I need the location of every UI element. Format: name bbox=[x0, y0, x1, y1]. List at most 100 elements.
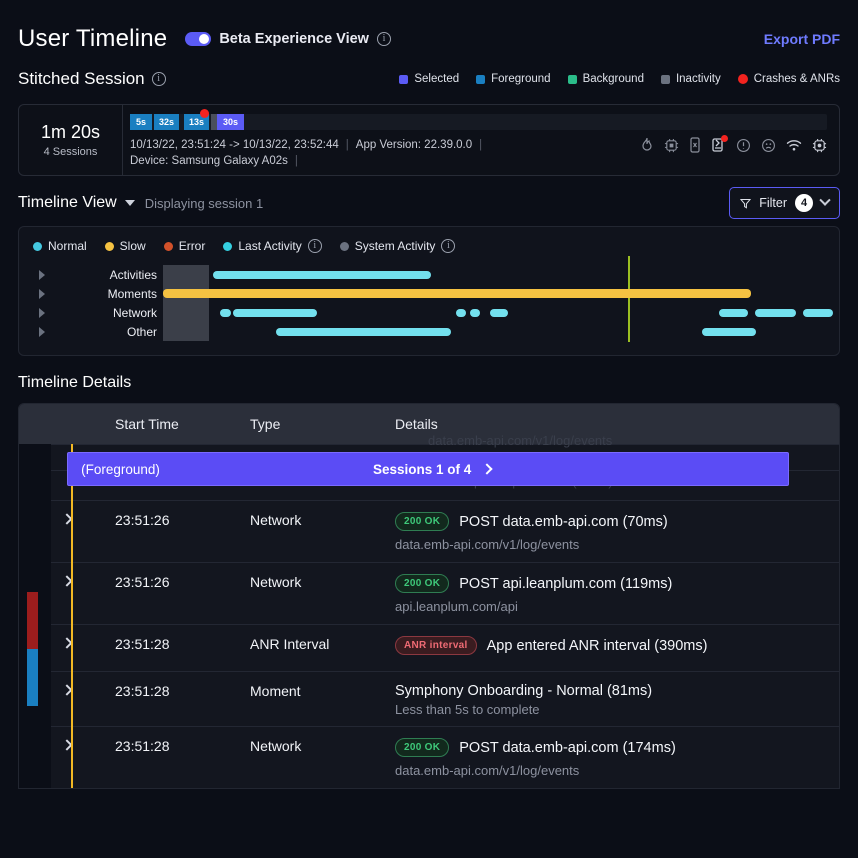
last-activity-marker bbox=[628, 256, 630, 342]
legend-label: Background bbox=[582, 73, 644, 85]
row-type: Network bbox=[250, 574, 302, 590]
timeline-row-label: Other bbox=[126, 324, 157, 339]
info-icon[interactable]: i bbox=[151, 72, 166, 86]
inactivity-block bbox=[163, 322, 209, 341]
filter-button[interactable]: Filter 4 bbox=[729, 187, 840, 219]
row-type: Network bbox=[250, 512, 302, 528]
expand-arrow-icon[interactable] bbox=[33, 288, 51, 299]
row-detail-sub: data.emb-api.com/v1/log/events bbox=[395, 537, 580, 552]
session-legend: Selected Foreground Background Inactivit… bbox=[399, 73, 840, 85]
timeline-bar[interactable] bbox=[470, 308, 480, 317]
table-row[interactable]: 23:51:26 Network 200 OK POST data.emb-ap… bbox=[19, 500, 839, 562]
table-header-details: Details bbox=[395, 416, 438, 432]
flame-icon[interactable] bbox=[640, 137, 654, 153]
chevron-down-icon[interactable] bbox=[124, 200, 135, 206]
stitched-session-title: Stitched Session bbox=[18, 69, 145, 88]
timeline-view-title: Timeline View bbox=[18, 194, 117, 211]
device-alert-icon[interactable] bbox=[711, 135, 728, 153]
timeline-chart-legend: Normal Slow Error Last Activity i System… bbox=[33, 239, 825, 253]
legend-item-normal: Normal bbox=[33, 239, 87, 253]
foreground-session-banner[interactable]: (Foreground) Sessions 1 of 4 bbox=[67, 452, 789, 486]
row-details: ANR interval App entered ANR interval (3… bbox=[395, 636, 839, 655]
timeline-bar[interactable] bbox=[490, 308, 508, 317]
expand-arrow-icon[interactable] bbox=[33, 269, 51, 280]
table-row[interactable]: 23:51:26 Network 200 OK POST api.leanplu… bbox=[19, 562, 839, 624]
timeline-row-moments[interactable]: Moments bbox=[33, 284, 825, 303]
session-detail-block: 5s 32s 13s 30s 10/13/22, 23:51:24 -> 10/… bbox=[123, 105, 839, 175]
timeline-bar[interactable] bbox=[213, 270, 431, 279]
user-timeline-page: User Timeline Beta Experience View i Exp… bbox=[0, 0, 858, 858]
table-row[interactable]: 23:51:28 Moment Symphony Onboarding - No… bbox=[19, 671, 839, 726]
timeline-bar[interactable] bbox=[755, 308, 796, 317]
phone-x-icon[interactable] bbox=[689, 137, 701, 153]
timeline-chart-body: Activities Moments Network Other bbox=[33, 256, 833, 342]
chip-settings-icon[interactable] bbox=[812, 138, 827, 153]
timeline-bar[interactable] bbox=[163, 289, 751, 298]
info-icon[interactable]: i bbox=[307, 239, 322, 253]
timeline-bar[interactable] bbox=[220, 308, 231, 317]
filter-icon bbox=[740, 198, 752, 209]
info-icon[interactable]: i bbox=[376, 32, 391, 46]
legend-item-error: Error bbox=[163, 239, 205, 253]
legend-label: Selected bbox=[414, 73, 460, 85]
foreground-label: (Foreground) bbox=[81, 461, 160, 477]
info-icon[interactable]: i bbox=[441, 239, 456, 253]
row-type: Network bbox=[250, 738, 302, 754]
timeline-bar[interactable] bbox=[233, 308, 317, 317]
session-app-version: App Version: 22.39.0.0 bbox=[355, 139, 473, 151]
legend-swatch-crashes bbox=[737, 74, 748, 84]
session-segment[interactable]: 5s bbox=[130, 114, 152, 130]
row-details: 200 OK POST data.emb-api.com (174ms) dat… bbox=[395, 738, 839, 778]
legend-label: Crashes & ANRs bbox=[753, 73, 840, 85]
row-detail-sub: api.leanplum.com/api bbox=[395, 599, 518, 614]
session-segment-selected[interactable]: 30s bbox=[217, 114, 244, 130]
legend-swatch-inactivity bbox=[660, 74, 670, 84]
row-details: Symphony Onboarding - Normal (81ms) Less… bbox=[395, 683, 839, 717]
expand-arrow-icon[interactable] bbox=[33, 326, 51, 337]
session-segment[interactable]: 32s bbox=[154, 114, 179, 130]
sessions-pager[interactable]: Sessions 1 of 4 bbox=[373, 462, 493, 477]
legend-label: System Activity bbox=[354, 239, 436, 253]
timeline-bar[interactable] bbox=[719, 308, 748, 317]
timeline-bar[interactable] bbox=[276, 327, 451, 336]
gutter-marker-moment bbox=[27, 649, 38, 706]
chevron-down-icon[interactable] bbox=[819, 194, 831, 206]
crash-marker-icon[interactable] bbox=[200, 109, 209, 118]
sad-face-icon[interactable] bbox=[761, 138, 776, 153]
row-detail-sub: Less than 5s to complete bbox=[395, 702, 540, 717]
timeline-row-network[interactable]: Network bbox=[33, 303, 833, 322]
table-row-partial-text: data.emb-api.com/v1/log/events bbox=[428, 433, 613, 448]
session-duration: 1m 20s bbox=[40, 122, 101, 142]
session-count: 4 Sessions bbox=[43, 146, 98, 158]
wifi-icon[interactable] bbox=[786, 139, 802, 152]
legend-swatch-background bbox=[567, 74, 577, 84]
legend-item: Foreground bbox=[476, 73, 551, 85]
chevron-right-icon[interactable] bbox=[481, 463, 493, 475]
row-type: Moment bbox=[250, 683, 301, 699]
export-pdf-button[interactable]: Export PDF bbox=[764, 31, 840, 47]
cpu-icon[interactable] bbox=[664, 138, 679, 153]
timeline-row-activities[interactable]: Activities bbox=[33, 265, 825, 284]
legend-item: Selected bbox=[399, 73, 459, 85]
inactivity-block bbox=[163, 303, 209, 322]
table-row[interactable]: 23:51:28 ANR Interval ANR interval App e… bbox=[19, 624, 839, 671]
filter-count-badge: 4 bbox=[795, 194, 813, 212]
timeline-bar[interactable] bbox=[803, 308, 833, 317]
page-title: User Timeline bbox=[18, 25, 168, 52]
timeline-bar[interactable] bbox=[456, 308, 466, 317]
page-header: User Timeline Beta Experience View i Exp… bbox=[18, 0, 840, 62]
status-badge: 200 OK bbox=[395, 512, 450, 531]
expand-arrow-icon[interactable] bbox=[33, 307, 51, 318]
timeline-row-label: Network bbox=[112, 305, 157, 320]
timeline-bar[interactable] bbox=[702, 327, 756, 336]
legend-dot-normal bbox=[33, 241, 42, 251]
legend-label: Foreground bbox=[491, 73, 551, 85]
alert-circle-icon[interactable] bbox=[736, 138, 751, 153]
beta-experience-toggle-group[interactable]: Beta Experience View i bbox=[185, 31, 391, 47]
timeline-row-other[interactable]: Other bbox=[33, 322, 825, 341]
legend-dot-system-activity bbox=[339, 241, 349, 251]
beta-experience-toggle[interactable] bbox=[185, 32, 212, 46]
table-row[interactable]: 23:51:28 Network 200 OK POST data.emb-ap… bbox=[19, 726, 839, 788]
legend-label: Slow bbox=[119, 239, 146, 253]
timeline-details-table: Start Time Type Details data.emb-api.com… bbox=[18, 403, 840, 789]
